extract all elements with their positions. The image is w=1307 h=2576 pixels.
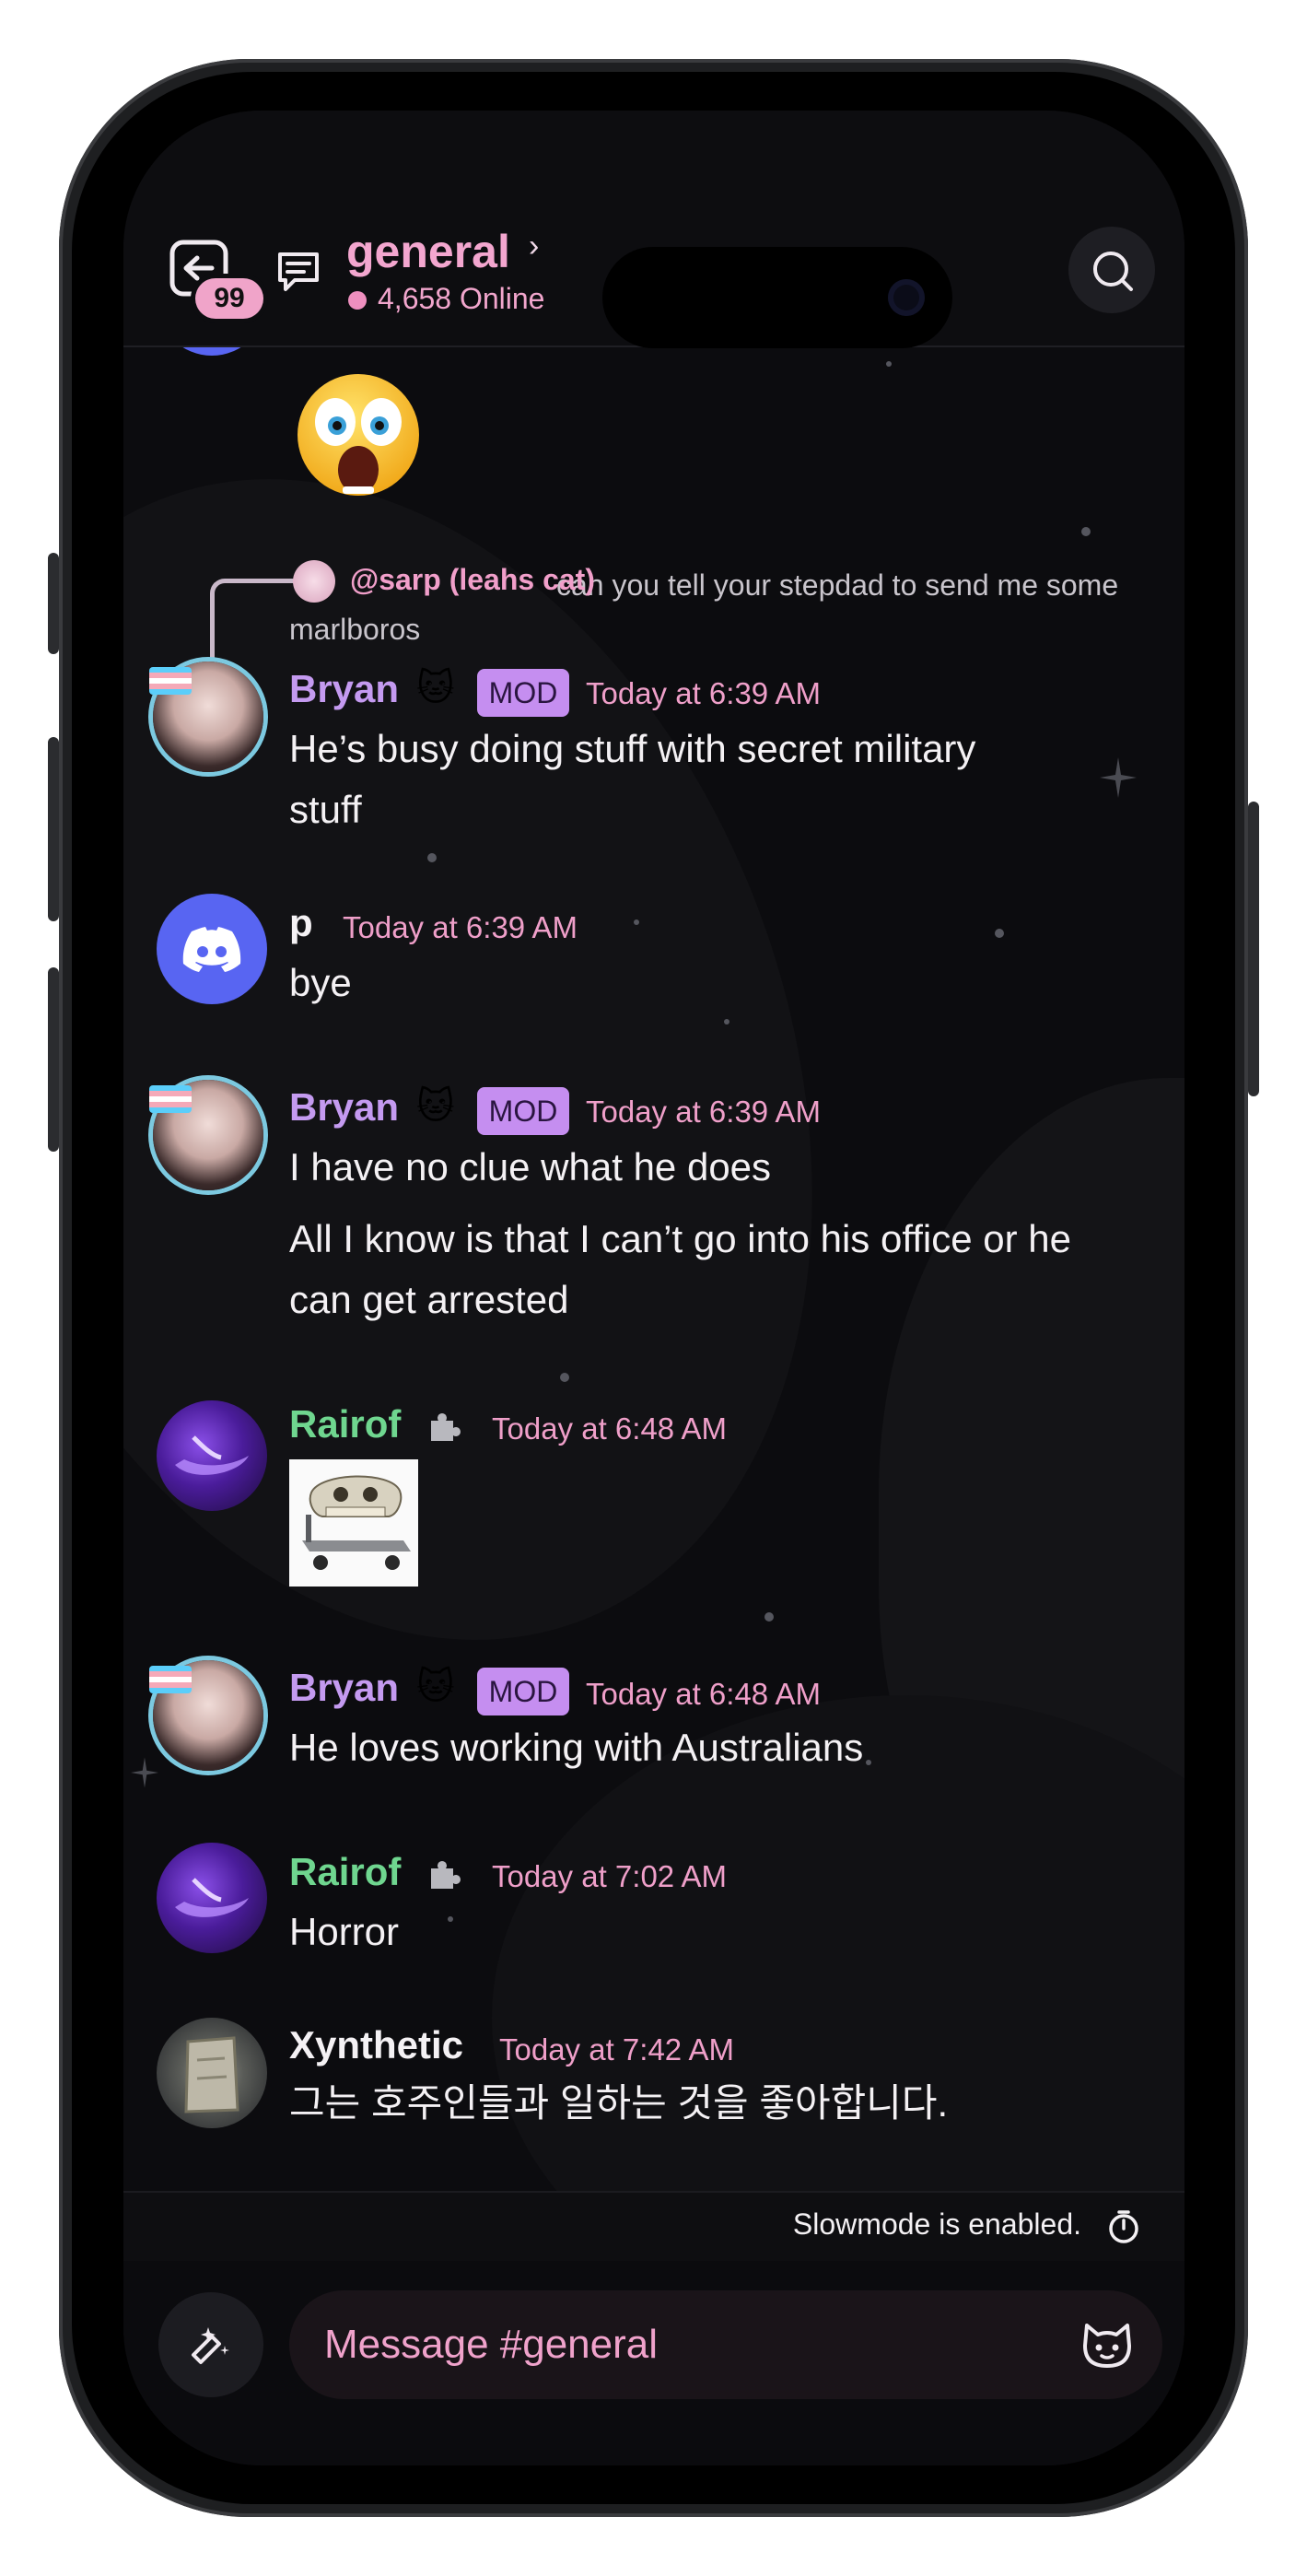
volume-up-button xyxy=(48,737,59,921)
volume-down-button xyxy=(48,967,59,1152)
message-author[interactable]: Rairof xyxy=(289,1402,401,1446)
message-text: He loves working with Australians xyxy=(289,1726,864,1769)
bg-star xyxy=(764,1612,774,1622)
swirl-icon xyxy=(175,1878,249,1917)
puzzle-icon xyxy=(431,1413,461,1441)
puzzle-icon xyxy=(431,1861,461,1889)
message-author[interactable]: Rairof xyxy=(289,1850,401,1894)
avatar[interactable] xyxy=(157,1400,267,1511)
avatar[interactable] xyxy=(157,1843,267,1953)
camera xyxy=(888,279,925,316)
apps-icon xyxy=(192,2327,229,2364)
bg-star xyxy=(634,919,639,925)
skull-cart-image xyxy=(302,1475,411,1570)
timer-icon xyxy=(1109,2210,1138,2243)
mod-badge: MOD xyxy=(477,1087,569,1135)
dynamic-island xyxy=(602,247,952,348)
app-screen: can you tell your stepdad to send me som… xyxy=(123,111,1184,2465)
message-text: He’s busy doing stuff with secret milita… xyxy=(289,727,976,770)
trans-flag-icon xyxy=(149,667,192,695)
mod-badge: MOD xyxy=(477,1668,569,1715)
stone-figure-icon xyxy=(184,2036,239,2113)
message-timestamp: Today at 6:39 AM xyxy=(586,1095,821,1129)
message-text: can get arrested xyxy=(289,1278,569,1321)
message-author[interactable]: Bryan xyxy=(289,1085,399,1130)
shocked-emoji-icon xyxy=(298,374,419,496)
message-composer: Message #general xyxy=(123,2261,1184,2465)
unread-badge: 99 xyxy=(195,278,263,319)
message-input[interactable]: Message #general xyxy=(289,2290,1162,2399)
bg-star xyxy=(886,361,892,367)
threads-icon[interactable] xyxy=(274,247,322,295)
bg-star xyxy=(866,1760,871,1765)
message-author[interactable]: Bryan xyxy=(289,667,399,711)
message-timestamp: Today at 6:48 AM xyxy=(586,1677,821,1711)
power-button xyxy=(1248,802,1259,1096)
apps-button[interactable] xyxy=(158,2292,263,2397)
message-timestamp: Today at 6:39 AM xyxy=(343,910,578,944)
mod-badge: MOD xyxy=(477,669,569,717)
cat-emoji: 🐱 xyxy=(416,668,455,708)
avatar[interactable] xyxy=(157,2018,267,2128)
message-timestamp: Today at 6:39 AM xyxy=(586,676,821,710)
reply-connector xyxy=(210,579,298,659)
message-text: stuff xyxy=(289,788,362,831)
message-author[interactable]: Bryan xyxy=(289,1666,399,1710)
message-timestamp: Today at 7:42 AM xyxy=(499,2032,734,2067)
online-dot xyxy=(348,291,367,310)
sparkle-icon xyxy=(1100,757,1137,798)
silent-switch xyxy=(48,553,59,654)
message-timestamp: Today at 6:48 AM xyxy=(492,1411,727,1446)
message-author[interactable]: p xyxy=(289,901,313,945)
message-author[interactable]: Xynthetic xyxy=(289,2023,463,2067)
bg-star xyxy=(724,1019,729,1025)
swirl-icon xyxy=(175,1435,249,1475)
message-input-placeholder: Message #general xyxy=(324,2322,659,2367)
sparkle-icon xyxy=(131,1757,158,1788)
message-text: bye xyxy=(289,961,352,1004)
search-button[interactable] xyxy=(1068,227,1155,313)
bg-star xyxy=(1081,527,1091,536)
cat-emoji: 🐱 xyxy=(416,1086,455,1127)
slowmode-bar: Slowmode is enabled. xyxy=(123,2191,1184,2263)
trans-flag-icon xyxy=(149,1666,192,1693)
discord-icon xyxy=(182,927,241,972)
message-text: 그는 호주인들과 일하는 것을 좋아합니다. xyxy=(289,2081,949,2125)
message-text: Horror xyxy=(289,1910,400,1953)
channel-name[interactable]: general xyxy=(346,225,510,278)
trans-flag-icon xyxy=(149,1085,192,1113)
image-attachment[interactable] xyxy=(289,1459,418,1587)
chevron-right-icon[interactable]: › xyxy=(529,228,539,264)
message-text: All I know is that I can’t go into his o… xyxy=(289,1217,1072,1260)
message-timestamp: Today at 7:02 AM xyxy=(492,1859,727,1893)
reply-author[interactable]: @sarp (leahs cat) xyxy=(350,563,595,597)
cat-emoji: 🐱 xyxy=(416,1667,455,1707)
slowmode-text: Slowmode is enabled. xyxy=(792,2207,1081,2241)
online-count: 4,658 Online xyxy=(378,282,545,315)
emoji-cat-icon[interactable] xyxy=(1079,2318,1135,2371)
avatar[interactable] xyxy=(157,894,267,1004)
bg-star xyxy=(427,853,437,862)
bg-star xyxy=(560,1373,569,1382)
bg-star xyxy=(448,1916,453,1922)
message-text: I have no clue what he does xyxy=(289,1145,772,1188)
search-icon xyxy=(1093,252,1133,291)
bg-star xyxy=(995,929,1004,938)
